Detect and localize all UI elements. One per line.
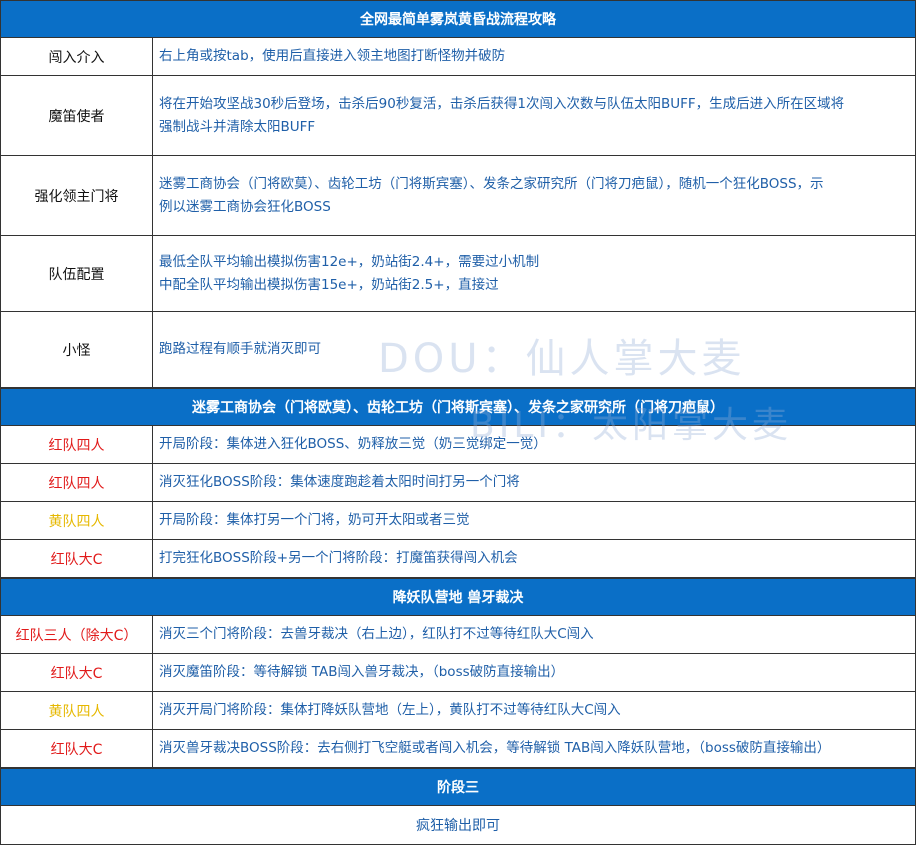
row-text: 将在开始攻坚战30秒后登场，击杀后90秒复活，击杀后获得1次闯入次数与队伍太阳B… (159, 95, 845, 112)
row-text: 消灭三个门将阶段：去兽牙裁决（右上边），红队打不过等待红队大C闯入 (159, 626, 594, 642)
row-value: 右上角或按tab，使用后直接进入领主地图打断怪物并破防 (153, 38, 915, 75)
row-text: 消灭兽牙裁决BOSS阶段：去右侧打飞空艇或者闯入机会，等待解锁 TAB闯入降妖队… (159, 740, 831, 756)
section-header: 全网最简单雾岚黄昏战流程攻略 (1, 0, 915, 38)
row-text: 中配全队平均输出模拟伤害15e+，奶站街2.5+，直接过 (159, 276, 499, 293)
table-row: 黄队四人 消灭开局门将阶段：集体打降妖队营地（左上），黄队打不过等待红队大C闯入 (1, 692, 915, 730)
table-row: 红队大C 消灭兽牙裁决BOSS阶段：去右侧打飞空艇或者闯入机会，等待解锁 TAB… (1, 730, 915, 768)
row-text: 打完狂化BOSS阶段+另一个门将阶段：打魔笛获得闯入机会 (159, 550, 518, 566)
table-row: 闯入介入 右上角或按tab，使用后直接进入领主地图打断怪物并破防 (1, 38, 915, 76)
row-label: 闯入介入 (1, 38, 153, 75)
row-value: 消灭开局门将阶段：集体打降妖队营地（左上），黄队打不过等待红队大C闯入 (153, 692, 915, 729)
row-text: 消灭魔笛阶段：等待解锁 TAB闯入兽牙裁决，（boss破防直接输出） (159, 664, 565, 680)
row-label: 强化领主门将 (1, 156, 153, 235)
row-value: 跑路过程有顺手就消灭即可 (153, 312, 915, 387)
row-text: 消灭狂化BOSS阶段：集体速度跑趁着太阳时间打另一个门将 (159, 474, 520, 490)
table-row: 红队大C 消灭魔笛阶段：等待解锁 TAB闯入兽牙裁决，（boss破防直接输出） (1, 654, 915, 692)
row-label: 黄队四人 (1, 692, 153, 729)
row-text: 最低全队平均输出模拟伤害12e+，奶站街2.4+，需要过小机制 (159, 253, 540, 270)
row-text: 开局阶段：集体进入狂化BOSS、奶释放三觉（奶三觉绑定一觉） (159, 436, 547, 452)
section-header: 阶段三 (1, 768, 915, 806)
table-row: 红队四人 开局阶段：集体进入狂化BOSS、奶释放三觉（奶三觉绑定一觉） (1, 426, 915, 464)
row-value: 打完狂化BOSS阶段+另一个门将阶段：打魔笛获得闯入机会 (153, 540, 915, 577)
row-text: 开局阶段：集体打另一个门将，奶可开太阳或者三觉 (159, 512, 470, 528)
row-value: 迷雾工商协会（门将欧莫）、齿轮工坊（门将斯宾塞）、发条之家研究所（门将刀疤鼠），… (153, 156, 915, 235)
row-label: 小怪 (1, 312, 153, 387)
row-label: 队伍配置 (1, 236, 153, 311)
row-label: 红队三人（除大C） (1, 616, 153, 653)
table-row: 红队大C 打完狂化BOSS阶段+另一个门将阶段：打魔笛获得闯入机会 (1, 540, 915, 578)
span-row: 疯狂输出即可 (1, 806, 915, 845)
section-header: 降妖队营地 兽牙裁决 (1, 578, 915, 616)
row-value: 消灭三个门将阶段：去兽牙裁决（右上边），红队打不过等待红队大C闯入 (153, 616, 915, 653)
table-row: 队伍配置 最低全队平均输出模拟伤害12e+，奶站街2.4+，需要过小机制 中配全… (1, 236, 915, 312)
row-value: 开局阶段：集体进入狂化BOSS、奶释放三觉（奶三觉绑定一觉） (153, 426, 915, 463)
row-label: 红队大C (1, 730, 153, 767)
table-row: 红队三人（除大C） 消灭三个门将阶段：去兽牙裁决（右上边），红队打不过等待红队大… (1, 616, 915, 654)
row-label: 红队四人 (1, 464, 153, 501)
row-value: 消灭狂化BOSS阶段：集体速度跑趁着太阳时间打另一个门将 (153, 464, 915, 501)
table-row: 黄队四人 开局阶段：集体打另一个门将，奶可开太阳或者三觉 (1, 502, 915, 540)
row-value: 将在开始攻坚战30秒后登场，击杀后90秒复活，击杀后获得1次闯入次数与队伍太阳B… (153, 76, 915, 155)
row-label: 红队四人 (1, 426, 153, 463)
row-text: 强制战斗并清除太阳BUFF (159, 118, 316, 135)
row-text: 跑路过程有顺手就消灭即可 (159, 341, 321, 357)
row-text: 迷雾工商协会（门将欧莫）、齿轮工坊（门将斯宾塞）、发条之家研究所（门将刀疤鼠），… (159, 175, 824, 192)
row-label: 魔笛使者 (1, 76, 153, 155)
row-text: 例以迷雾工商协会狂化BOSS (159, 198, 331, 215)
table-row: 魔笛使者 将在开始攻坚战30秒后登场，击杀后90秒复活，击杀后获得1次闯入次数与… (1, 76, 915, 156)
table-row: 红队四人 消灭狂化BOSS阶段：集体速度跑趁着太阳时间打另一个门将 (1, 464, 915, 502)
table-row: 小怪 跑路过程有顺手就消灭即可 (1, 312, 915, 388)
row-text: 右上角或按tab，使用后直接进入领主地图打断怪物并破防 (159, 48, 506, 64)
row-label: 红队大C (1, 654, 153, 691)
row-label: 红队大C (1, 540, 153, 577)
row-value: 消灭兽牙裁决BOSS阶段：去右侧打飞空艇或者闯入机会，等待解锁 TAB闯入降妖队… (153, 730, 915, 767)
section-header: 迷雾工商协会（门将欧莫）、齿轮工坊（门将斯宾塞）、发条之家研究所（门将刀疤鼠） (1, 388, 915, 426)
table-row: 强化领主门将 迷雾工商协会（门将欧莫）、齿轮工坊（门将斯宾塞）、发条之家研究所（… (1, 156, 915, 236)
row-value: 最低全队平均输出模拟伤害12e+，奶站街2.4+，需要过小机制 中配全队平均输出… (153, 236, 915, 311)
row-text: 消灭开局门将阶段：集体打降妖队营地（左上），黄队打不过等待红队大C闯入 (159, 702, 621, 718)
row-label: 黄队四人 (1, 502, 153, 539)
row-value: 消灭魔笛阶段：等待解锁 TAB闯入兽牙裁决，（boss破防直接输出） (153, 654, 915, 691)
row-value: 开局阶段：集体打另一个门将，奶可开太阳或者三觉 (153, 502, 915, 539)
strategy-table: 全网最简单雾岚黄昏战流程攻略 闯入介入 右上角或按tab，使用后直接进入领主地图… (0, 0, 916, 845)
